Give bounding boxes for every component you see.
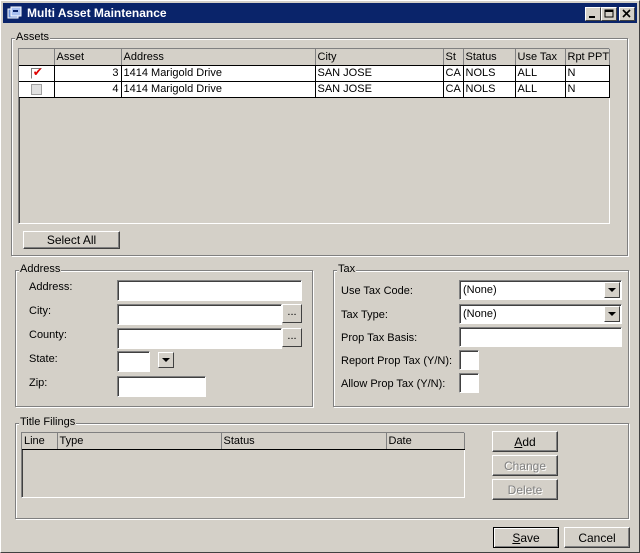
assets-group-label: Assets xyxy=(15,31,51,43)
assets-grid-header: Asset Address City St Status Use Tax Rpt… xyxy=(19,49,610,66)
title-filings-grid[interactable]: Line Type Status Date xyxy=(21,432,465,498)
chevron-down-icon[interactable] xyxy=(604,306,620,322)
save-button-label: ave xyxy=(520,530,540,545)
col-type[interactable]: Type xyxy=(57,433,222,450)
city-lookup-button[interactable]: ... xyxy=(282,304,302,323)
state-dropdown-button[interactable] xyxy=(158,352,174,368)
col-asset[interactable]: Asset xyxy=(54,49,122,66)
table-row[interactable]: ✔ 3 1414 Marigold Drive SAN JOSE CA NOLS… xyxy=(19,65,610,82)
col-date[interactable]: Date xyxy=(386,433,465,450)
cell-rpt-ppt: N xyxy=(565,65,610,82)
col-st[interactable]: St xyxy=(443,49,464,66)
cell-city: SAN JOSE xyxy=(315,65,444,82)
delete-button[interactable]: Delete xyxy=(492,479,558,500)
city-label: City: xyxy=(29,305,51,317)
title-filings-group-label: Title Filings xyxy=(19,416,77,428)
cell-asset: 4 xyxy=(54,81,122,98)
cell-city: SAN JOSE xyxy=(315,81,444,98)
col-status[interactable]: Status xyxy=(221,433,387,450)
cell-asset: 3 xyxy=(54,65,122,82)
maximize-button[interactable] xyxy=(601,7,617,21)
row-checkbox-unchecked[interactable] xyxy=(30,83,42,95)
row-checkbox-checked[interactable]: ✔ xyxy=(30,65,43,79)
maximize-icon xyxy=(604,9,614,18)
cell-status: NOLS xyxy=(463,65,516,82)
add-button-label: dd xyxy=(522,434,536,449)
change-button[interactable]: Change xyxy=(492,455,558,476)
cell-use-tax: ALL xyxy=(515,65,566,82)
minimize-icon xyxy=(589,16,595,18)
chevron-down-icon[interactable] xyxy=(604,282,620,298)
row-select-cell[interactable] xyxy=(19,81,55,98)
county-label: County: xyxy=(29,329,67,341)
cell-st: CA xyxy=(443,81,464,98)
row-select-cell[interactable]: ✔ xyxy=(19,65,55,82)
zip-label: Zip: xyxy=(29,377,48,389)
address-input[interactable] xyxy=(117,280,302,301)
prop-tax-basis-label: Prop Tax Basis: xyxy=(341,332,418,344)
select-all-button[interactable]: Select All xyxy=(23,231,120,249)
state-input[interactable] xyxy=(117,351,150,372)
multi-asset-maintenance-window: Multi Asset Maintenance Assets Asset Add… xyxy=(0,0,640,553)
col-use-tax[interactable]: Use Tax xyxy=(515,49,566,66)
city-input[interactable] xyxy=(117,304,282,325)
cell-rpt-ppt: N xyxy=(565,81,610,98)
col-status[interactable]: Status xyxy=(463,49,516,66)
close-icon xyxy=(622,9,631,18)
col-select[interactable] xyxy=(19,49,55,66)
cell-address: 1414 Marigold Drive xyxy=(121,81,316,98)
save-button[interactable]: Save xyxy=(493,527,559,548)
county-lookup-button[interactable]: ... xyxy=(282,328,302,347)
window-title: Multi Asset Maintenance xyxy=(27,6,167,20)
checkmark-icon: ✔ xyxy=(32,65,43,79)
tax-type-select[interactable]: (None) xyxy=(459,304,622,324)
zip-input[interactable] xyxy=(117,376,206,397)
state-label: State: xyxy=(29,353,58,365)
title-bar[interactable]: Multi Asset Maintenance xyxy=(3,3,637,23)
prop-tax-basis-input[interactable] xyxy=(459,327,622,347)
minimize-button[interactable] xyxy=(585,7,601,21)
cancel-button[interactable]: Cancel xyxy=(564,527,630,548)
close-button[interactable] xyxy=(619,7,635,21)
assets-grid[interactable]: Asset Address City St Status Use Tax Rpt… xyxy=(18,48,610,224)
use-tax-code-select[interactable]: (None) xyxy=(459,280,622,300)
cell-use-tax: ALL xyxy=(515,81,566,98)
cell-address: 1414 Marigold Drive xyxy=(121,65,316,82)
address-group-label: Address xyxy=(19,263,62,275)
col-city[interactable]: City xyxy=(315,49,444,66)
app-icon xyxy=(7,6,22,20)
tax-type-label: Tax Type: xyxy=(341,309,388,321)
county-input[interactable] xyxy=(117,328,282,349)
report-prop-tax-input[interactable] xyxy=(459,350,479,370)
table-row[interactable]: 4 1414 Marigold Drive SAN JOSE CA NOLS A… xyxy=(19,81,610,98)
title-filings-header: Line Type Status Date xyxy=(22,433,465,450)
col-address[interactable]: Address xyxy=(121,49,316,66)
allow-prop-tax-label: Allow Prop Tax (Y/N): xyxy=(341,378,446,390)
report-prop-tax-label: Report Prop Tax (Y/N): xyxy=(341,355,453,367)
col-rpt-ppt[interactable]: Rpt PPT xyxy=(565,49,610,66)
address-label: Address: xyxy=(29,281,73,293)
col-line[interactable]: Line xyxy=(22,433,58,450)
use-tax-code-label: Use Tax Code: xyxy=(341,285,413,297)
use-tax-code-value: (None) xyxy=(463,284,497,296)
allow-prop-tax-input[interactable] xyxy=(459,373,479,393)
cell-st: CA xyxy=(443,65,464,82)
tax-group-label: Tax xyxy=(337,263,357,275)
tax-type-value: (None) xyxy=(463,308,497,320)
cell-status: NOLS xyxy=(463,81,516,98)
add-button[interactable]: Add xyxy=(492,431,558,452)
